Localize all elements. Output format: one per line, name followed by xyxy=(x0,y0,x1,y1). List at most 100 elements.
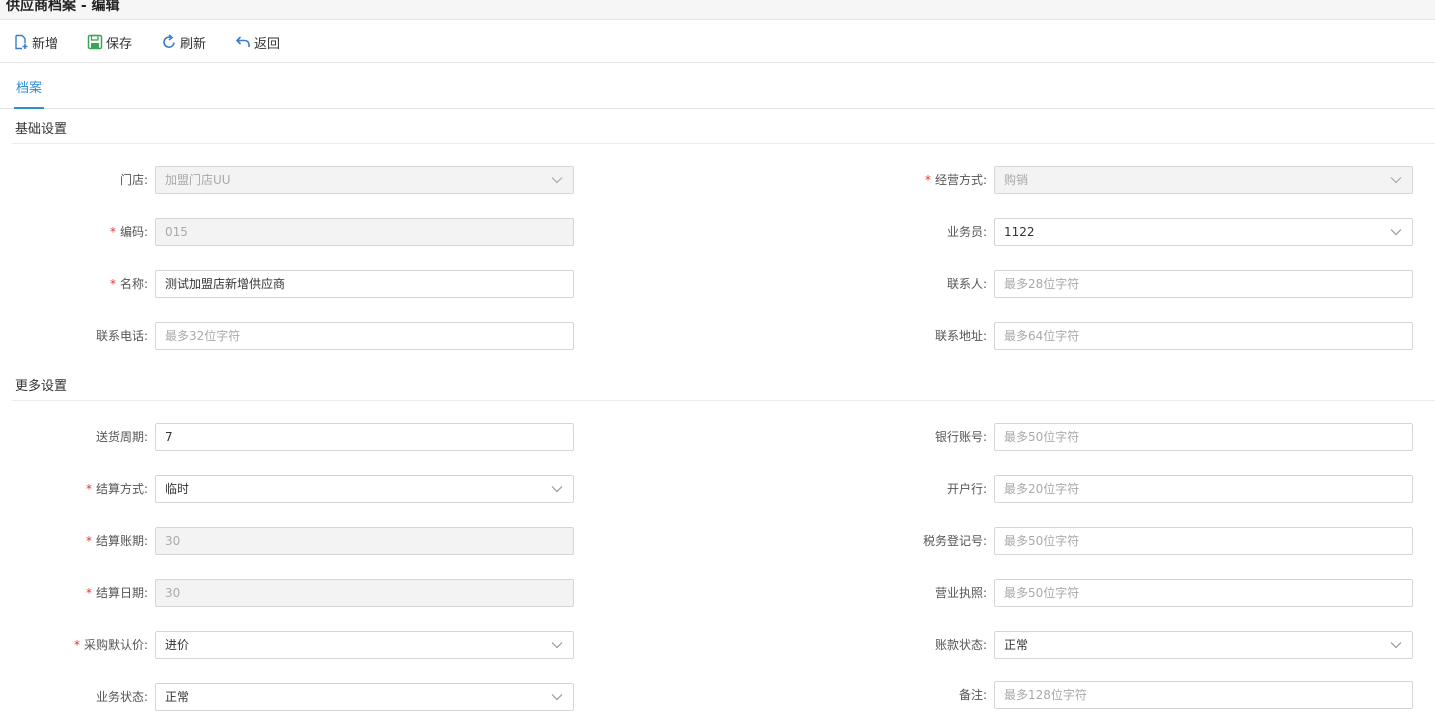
toolbar: 新增 保存 刷新 返回 xyxy=(0,21,1435,63)
store-value: 加盟门店UU xyxy=(165,173,231,187)
name-field[interactable]: 测试加盟店新增供应商 xyxy=(155,270,574,298)
settle-period-field[interactable]: 30 xyxy=(155,527,574,555)
address-field[interactable]: 最多64位字符 xyxy=(994,322,1413,350)
save-icon xyxy=(87,34,103,50)
bank-account-field[interactable]: 最多50位字符 xyxy=(994,423,1413,451)
name-label: * 名称: xyxy=(109,277,148,291)
tab-bar: 档案 xyxy=(0,63,1435,109)
required-mark: * xyxy=(85,534,92,548)
tax-no-placeholder: 最多50位字符 xyxy=(1004,534,1080,548)
new-button[interactable]: 新增 xyxy=(13,32,58,52)
section-divider xyxy=(12,400,1435,401)
settle-date-label: * 结算日期: xyxy=(85,586,148,600)
code-value: 015 xyxy=(165,225,188,239)
chevron-down-icon xyxy=(551,486,563,493)
delivery-cycle-field[interactable]: 7 xyxy=(155,423,574,451)
back-arrow-icon xyxy=(235,36,250,47)
bank-field[interactable]: 最多20位字符 xyxy=(994,475,1413,503)
tab-archive[interactable]: 档案 xyxy=(14,77,45,109)
bank-placeholder: 最多20位字符 xyxy=(1004,482,1080,496)
required-mark: * xyxy=(85,586,92,600)
name-value: 测试加盟店新增供应商 xyxy=(165,277,286,291)
remark-label: 备注: xyxy=(958,688,987,702)
salesman-select[interactable]: 1122 xyxy=(994,218,1413,246)
back-button-label: 返回 xyxy=(254,36,281,52)
code-label: * 编码: xyxy=(109,225,148,239)
form-row-settle-date: * 结算日期: 30 营业执照: 最多50位字符 xyxy=(0,579,1435,607)
required-mark: * xyxy=(85,482,92,496)
refresh-button-label: 刷新 xyxy=(180,36,207,52)
form-row-settle-method: * 结算方式: 临时 开户行: 最多20位字符 xyxy=(0,475,1435,503)
biz-status-value: 正常 xyxy=(165,690,190,704)
contact-placeholder: 最多28位字符 xyxy=(1004,277,1080,291)
settle-method-label: * 结算方式: xyxy=(85,482,148,496)
license-placeholder: 最多50位字符 xyxy=(1004,586,1080,600)
phone-field[interactable]: 最多32位字符 xyxy=(155,322,574,350)
default-price-value: 进价 xyxy=(165,638,190,652)
save-button[interactable]: 保存 xyxy=(87,32,132,52)
section-title-more: 更多设置 xyxy=(15,379,68,394)
form-row-phone: 联系电话: 最多32位字符 联系地址: 最多64位字符 xyxy=(0,322,1435,350)
account-status-value: 正常 xyxy=(1004,638,1029,652)
chevron-down-icon xyxy=(1390,642,1402,649)
store-select[interactable]: 加盟门店UU xyxy=(155,166,574,194)
biz-status-label: 业务状态: xyxy=(95,690,148,704)
remark-field[interactable]: 最多128位字符 xyxy=(994,681,1413,709)
remark-placeholder: 最多128位字符 xyxy=(1004,688,1087,702)
new-doc-icon xyxy=(15,34,28,50)
code-field[interactable]: 015 xyxy=(155,218,574,246)
form-row-code: * 编码: 015 业务员: 1122 xyxy=(0,218,1435,246)
license-label: 营业执照: xyxy=(934,586,987,600)
tax-no-label: 税务登记号: xyxy=(922,534,987,548)
window-title-bar: 供应商档案 - 编辑 xyxy=(0,0,1435,20)
chevron-down-icon xyxy=(551,694,563,701)
business-mode-label: * 经营方式: xyxy=(924,173,987,187)
new-button-label: 新增 xyxy=(32,36,59,52)
contact-label: 联系人: xyxy=(946,277,987,291)
bank-label: 开户行: xyxy=(946,482,987,496)
chevron-down-icon xyxy=(551,177,563,184)
required-mark: * xyxy=(109,277,116,291)
required-mark: * xyxy=(73,638,80,652)
default-price-select[interactable]: 进价 xyxy=(155,631,574,659)
address-label: 联系地址: xyxy=(934,329,987,343)
section-title-basic: 基础设置 xyxy=(15,122,68,137)
license-field[interactable]: 最多50位字符 xyxy=(994,579,1413,607)
form-row-default-price: * 采购默认价: 进价 账款状态: 正常 xyxy=(0,631,1435,659)
bank-account-label: 银行账号: xyxy=(934,430,987,444)
store-label: 门店: xyxy=(119,173,148,187)
salesman-label: 业务员: xyxy=(946,225,987,239)
delivery-cycle-value: 7 xyxy=(165,430,173,444)
business-mode-value: 购销 xyxy=(1004,173,1029,187)
tax-no-field[interactable]: 最多50位字符 xyxy=(994,527,1413,555)
settle-method-value: 临时 xyxy=(165,482,190,496)
chevron-down-icon xyxy=(1390,177,1402,184)
address-placeholder: 最多64位字符 xyxy=(1004,329,1080,343)
phone-label: 联系电话: xyxy=(95,329,148,343)
chevron-down-icon xyxy=(551,642,563,649)
contact-field[interactable]: 最多28位字符 xyxy=(994,270,1413,298)
form-row-delivery: 送货周期: 7 银行账号: 最多50位字符 xyxy=(0,423,1435,451)
business-mode-select[interactable]: 购销 xyxy=(994,166,1413,194)
account-status-select[interactable]: 正常 xyxy=(994,631,1413,659)
settle-period-value: 30 xyxy=(165,534,181,548)
back-button[interactable]: 返回 xyxy=(235,32,280,52)
refresh-icon xyxy=(163,34,175,48)
settle-date-value: 30 xyxy=(165,586,181,600)
default-price-label: * 采购默认价: xyxy=(73,638,148,652)
save-button-label: 保存 xyxy=(106,36,133,52)
settle-date-field[interactable]: 30 xyxy=(155,579,574,607)
window-title: 供应商档案 - 编辑 xyxy=(6,0,120,14)
salesman-value: 1122 xyxy=(1004,225,1035,239)
form-row-biz-status: 业务状态: 正常 备注: 最多128位字符 xyxy=(0,681,1435,711)
settle-method-select[interactable]: 临时 xyxy=(155,475,574,503)
refresh-button[interactable]: 刷新 xyxy=(161,32,206,52)
phone-placeholder: 最多32位字符 xyxy=(165,329,241,343)
form-row-store: 门店: 加盟门店UU * 经营方式: 购销 xyxy=(0,166,1435,194)
form-row-settle-period: * 结算账期: 30 税务登记号: 最多50位字符 xyxy=(0,527,1435,555)
chevron-down-icon xyxy=(1390,229,1402,236)
form-row-name: * 名称: 测试加盟店新增供应商 联系人: 最多28位字符 xyxy=(0,270,1435,298)
required-mark: * xyxy=(109,225,116,239)
account-status-label: 账款状态: xyxy=(934,638,987,652)
biz-status-select[interactable]: 正常 xyxy=(155,683,574,711)
